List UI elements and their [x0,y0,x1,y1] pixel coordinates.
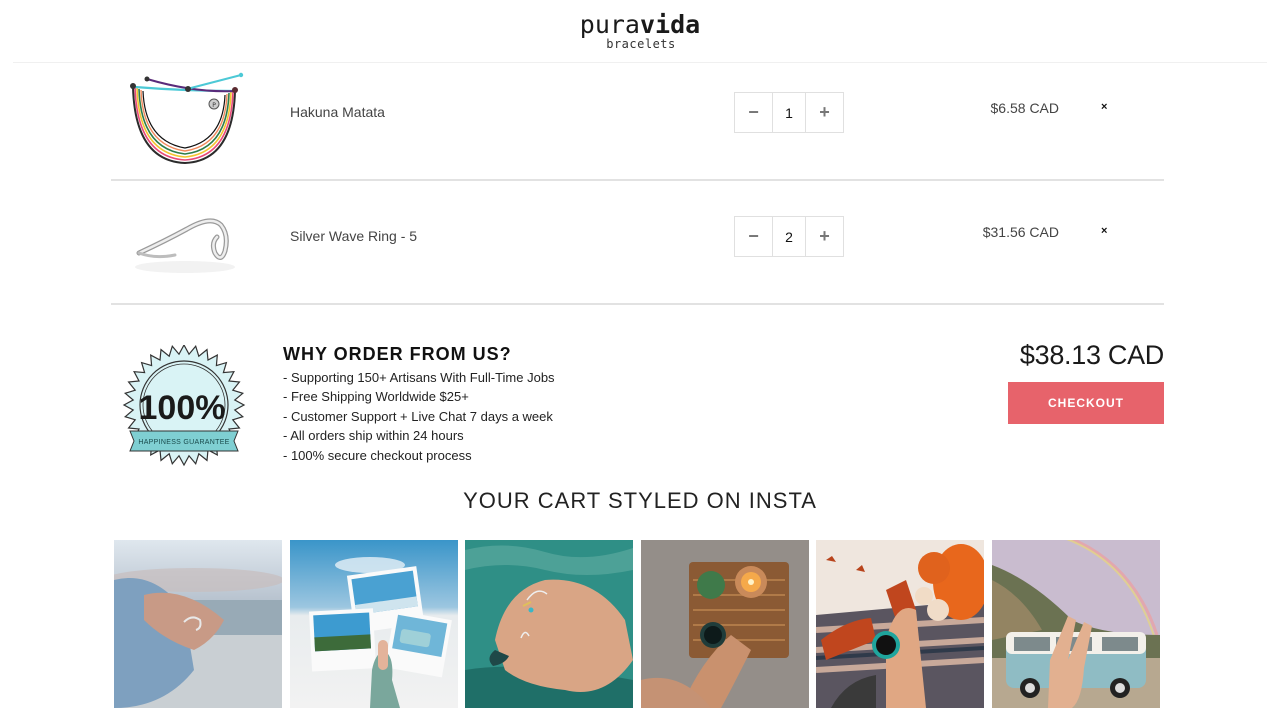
quantity-input[interactable]: 1 [772,93,806,132]
quantity-stepper: − 2 + [734,216,844,257]
product-image-ring[interactable] [125,195,245,295]
badge-ribbon-text: HAPPINESS GUARANTEE [138,439,229,446]
badge-percent: 100% [139,389,226,427]
insta-photo-rings-water[interactable] [465,540,633,708]
insta-photo-hand-wave-ring[interactable] [114,540,282,708]
why-point: - Supporting 150+ Artisans With Full-Tim… [283,370,555,385]
cart-item: Silver Wave Ring - 5 − 2 + $31.56 CAD × [111,187,1164,305]
insta-section-title: YOUR CART STYLED ON INSTA [463,488,817,513]
why-point: - All orders ship within 24 hours [283,428,464,444]
happiness-guarantee-badge: 100% HAPPINESS GUARANTEE [122,343,246,469]
quantity-stepper: − 1 + [734,92,844,133]
why-order-section: WHY ORDER FROM US? - Supporting 150+ Art… [283,343,555,465]
insta-photo-van-rainbow[interactable] [991,540,1160,708]
increment-button[interactable]: + [806,93,843,132]
remove-item-button[interactable]: × [1101,225,1107,237]
cart-total: $38.13 CAD [1019,340,1164,370]
decrement-button[interactable]: − [735,217,772,256]
insta-gallery [114,540,1160,708]
checkout-button[interactable]: CHECKOUT [1008,382,1164,424]
item-price: $6.58 CAD [990,100,1059,116]
decrement-button[interactable]: − [735,93,772,132]
logo-subtitle: bracelets [606,37,676,51]
product-name[interactable]: Silver Wave Ring - 5 [290,228,417,244]
increment-button[interactable]: + [806,217,843,256]
why-point: - Free Shipping Worldwide $25+ [283,389,469,405]
quantity-input[interactable]: 2 [772,217,806,256]
why-point: - 100% secure checkout process [283,447,472,463]
product-name[interactable]: Hakuna Matata [290,104,385,120]
brand-logo[interactable]: puravida bracelets [0,10,1280,51]
svg-text:P: P [212,102,216,109]
why-title: WHY ORDER FROM US? [283,344,512,364]
logo-text-bold: vida [640,10,701,39]
why-list: - Supporting 150+ Artisans With Full-Tim… [283,368,555,465]
insta-photo-autumn-pumpkins[interactable] [816,540,984,708]
site-header: puravida bracelets [0,0,1280,63]
item-price: $31.56 CAD [982,224,1059,240]
logo-text-light: pura [579,10,640,39]
why-point: - Customer Support + Live Chat 7 days a … [283,408,553,424]
cart-item: P Hakuna Matata − 1 + $6.58 CAD × [111,63,1164,181]
remove-item-button[interactable]: × [1101,101,1107,113]
insta-photo-basket-candle[interactable] [640,540,809,708]
insta-photo-polaroids[interactable] [289,540,458,708]
product-image-bracelet[interactable]: P [125,71,245,171]
